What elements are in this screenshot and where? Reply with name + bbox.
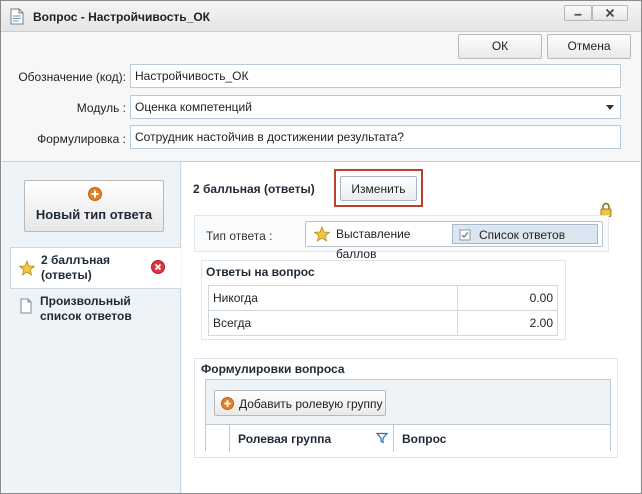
chevron-down-icon[interactable] — [606, 105, 614, 110]
detail-title: 2 балльная (ответы) — [193, 182, 315, 196]
code-label: Обозначение (код): — [18, 70, 126, 84]
add-role-group-button[interactable]: Добавить ролевую группу — [214, 390, 386, 416]
dialog-window: Вопрос - Настройчивость_ОК ОК Отмена Обо… — [0, 0, 642, 494]
column-header: Ролевая группа — [238, 432, 332, 446]
phrasings-title: Формулировки вопроса — [201, 362, 345, 376]
answers-title: Ответы на вопрос — [206, 265, 315, 279]
code-field[interactable]: Настройчивость_ОК — [130, 64, 621, 88]
answer-types-sidebar: Новый тип ответа 2 баллъная (ответы) Про… — [2, 162, 181, 493]
star-icon — [314, 226, 330, 242]
new-answer-type-button[interactable]: Новый тип ответа — [24, 180, 164, 232]
add-icon — [221, 397, 234, 410]
title-bar: Вопрос - Настройчивость_ОК — [1, 1, 641, 32]
option-answer-list-label: Список ответов — [479, 228, 566, 242]
answer-value[interactable]: 2.00 — [457, 310, 558, 336]
minimize-icon — [574, 13, 582, 16]
document-icon — [20, 298, 32, 314]
answer-type-toggle: Выставление баллов Список ответов — [305, 221, 603, 261]
change-button[interactable]: Изменить — [340, 176, 417, 201]
phrasing-field[interactable]: Сотрудник настойчив в достижении результ… — [130, 125, 621, 149]
module-value: Оценка компетенций — [135, 100, 252, 114]
table-row[interactable]: Никогда 0.00 — [208, 285, 558, 311]
option-answer-list[interactable]: Список ответов — [452, 224, 598, 244]
column-header: Вопрос — [402, 432, 447, 446]
filter-icon[interactable] — [376, 432, 388, 444]
grid-header: Ролевая группа Вопрос — [206, 424, 610, 452]
table-row[interactable]: Всегда 2.00 — [208, 310, 558, 336]
minimize-button[interactable] — [564, 5, 592, 21]
sidebar-item-label-line2: список ответов — [40, 309, 132, 323]
option-scoring-label: Выставление баллов — [336, 227, 411, 261]
checkbox-icon — [459, 229, 471, 241]
answer-text[interactable]: Никогда — [208, 285, 458, 311]
phrasings-group: Формулировки вопроса Добавить ролевую гр… — [194, 358, 618, 458]
sidebar-item-label-line1: Произвольный — [40, 294, 131, 308]
answers-table: Никогда 0.00 Всегда 2.00 — [208, 285, 558, 336]
close-icon — [605, 8, 615, 18]
document-icon — [10, 8, 24, 25]
answer-type-group: Тип ответа : Выставление баллов Список о… — [194, 215, 609, 261]
answer-text[interactable]: Всегда — [208, 310, 458, 336]
add-icon — [88, 187, 102, 201]
phrasing-label: Формулировка : — [37, 132, 126, 146]
star-icon — [19, 260, 35, 276]
sidebar-item-custom-list[interactable]: Произвольный список ответов — [10, 292, 181, 332]
module-select[interactable]: Оценка компетенций — [130, 95, 621, 119]
close-button[interactable] — [592, 5, 628, 21]
module-label: Модуль : — [76, 101, 126, 115]
cancel-button[interactable]: Отмена — [547, 34, 631, 59]
answer-type-detail: 2 балльная (ответы) Изменить Тип ответа … — [182, 162, 640, 493]
row-indicator-column — [206, 425, 230, 452]
sidebar-item-label-line1: 2 баллъная — [41, 253, 111, 267]
add-role-group-label: Добавить ролевую группу — [239, 397, 383, 411]
new-answer-type-label: Новый тип ответа — [35, 207, 153, 222]
ok-button[interactable]: ОК — [458, 34, 542, 59]
option-scoring[interactable]: Выставление баллов — [310, 224, 452, 261]
sidebar-item-2-point[interactable]: 2 баллъная (ответы) — [10, 247, 181, 289]
answer-type-label: Тип ответа : — [206, 229, 273, 243]
column-question[interactable]: Вопрос — [394, 425, 610, 452]
phrasings-grid: Добавить ролевую группу Ролевая группа В… — [205, 379, 611, 452]
sidebar-item-label-line2: (ответы) — [41, 268, 92, 282]
answers-group: Ответы на вопрос Никогда 0.00 Всегда 2.0… — [201, 260, 566, 340]
window-title: Вопрос - Настройчивость_ОК — [33, 10, 211, 24]
answer-value[interactable]: 0.00 — [457, 285, 558, 311]
column-role-group[interactable]: Ролевая группа — [230, 425, 394, 452]
remove-icon[interactable] — [151, 260, 165, 274]
